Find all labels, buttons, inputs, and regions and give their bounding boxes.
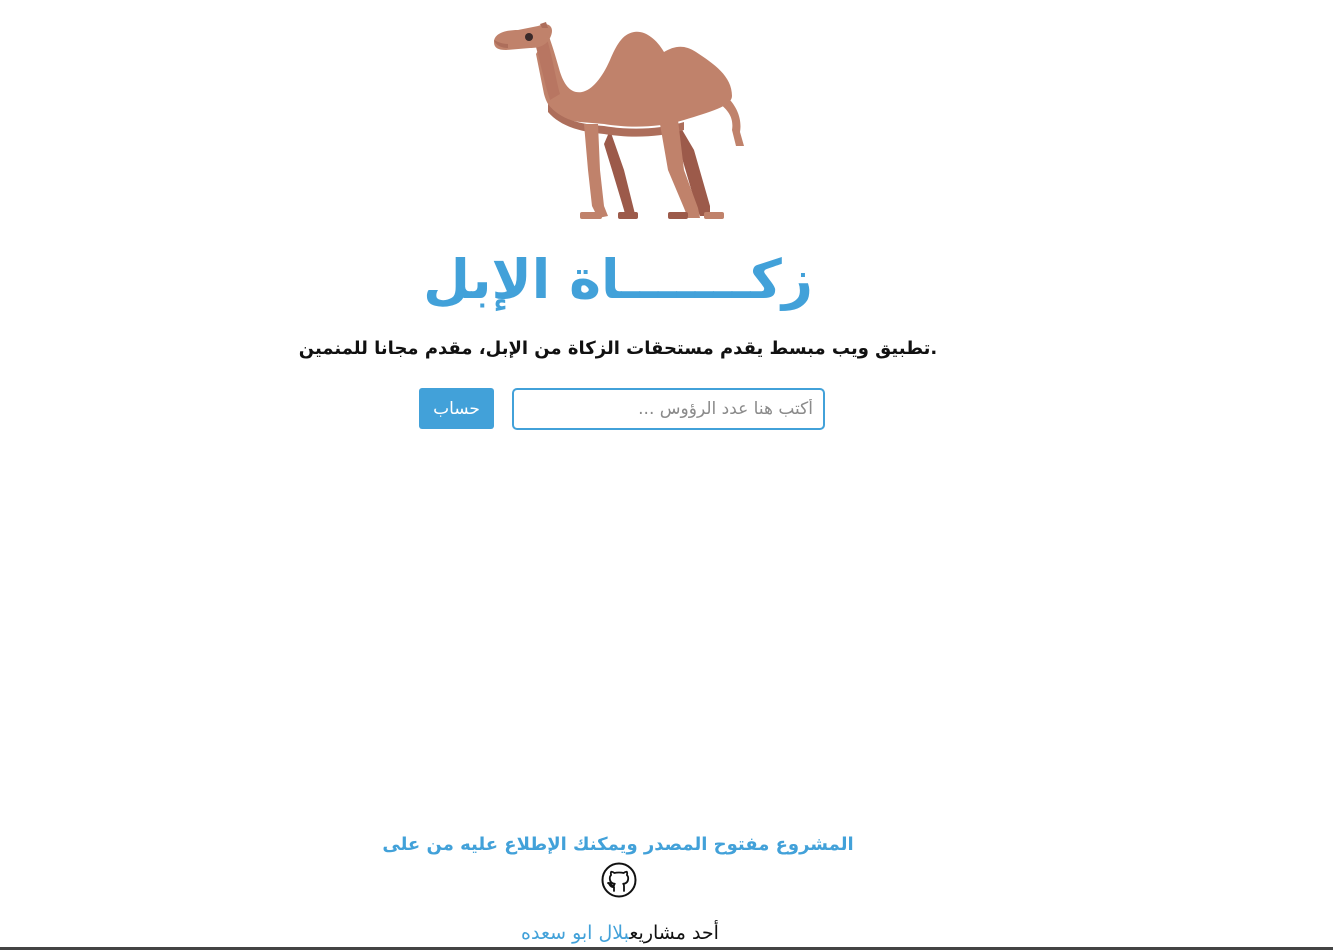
head-count-input[interactable] [512, 388, 825, 430]
credit-line: أحد مشاريعبلال ابو سعده [0, 918, 1240, 948]
app-description: .تطبيق ويب مبسط يقدم مستحقات الزكاة من ا… [298, 338, 938, 359]
page: زكـــــــاة الإبل .تطبيق ويب مبسط يقدم م… [0, 0, 1333, 950]
credit-prefix: أحد مشاريع [629, 922, 719, 944]
open-source-link[interactable]: المشروع مفتوح المصدر ويمكنك الإطلاع عليه… [0, 830, 1236, 860]
author-link[interactable]: بلال ابو سعده [521, 922, 629, 944]
camel-icon [488, 20, 748, 230]
calculate-button[interactable]: حساب [419, 388, 494, 429]
github-link[interactable] [601, 862, 637, 898]
app-title: زكـــــــاة الإبل [423, 248, 813, 311]
github-icon [601, 862, 637, 898]
calc-form: حساب [0, 388, 1333, 430]
